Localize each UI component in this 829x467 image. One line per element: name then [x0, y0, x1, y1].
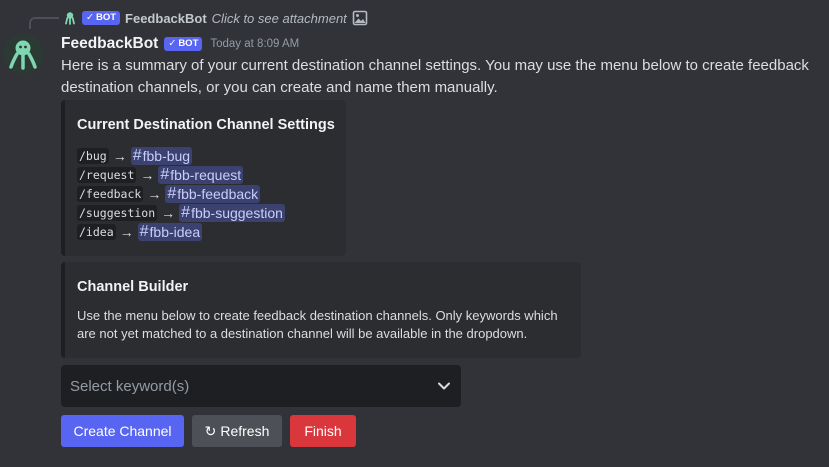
message-header: FeedbackBot ✓ BOT Today at 8:09 AM	[61, 35, 299, 53]
refresh-icon: ↻	[204, 422, 217, 439]
keyword-select[interactable]: Select keyword(s)	[61, 365, 461, 407]
builder-embed: Channel Builder Use the menu below to cr…	[61, 262, 581, 358]
reply-preview[interactable]: ✓ BOT FeedbackBot Click to see attachmen…	[63, 9, 368, 27]
message-username[interactable]: FeedbackBot	[61, 35, 158, 53]
keyword-select-placeholder: Select keyword(s)	[70, 377, 190, 395]
settings-row-request: /request → # fbb-request	[77, 165, 285, 184]
hash-icon: #	[167, 184, 177, 202]
feedbackbot-avatar[interactable]	[3, 34, 43, 74]
command-code: /bug	[77, 147, 109, 164]
reply-username[interactable]: FeedbackBot	[125, 11, 207, 26]
message-bot-tag-label: BOT	[178, 38, 199, 49]
command-code: /request	[77, 166, 137, 183]
channel-name: fbb-feedback	[177, 185, 259, 202]
reply-bot-tag: ✓ BOT	[82, 11, 121, 25]
channel-mention[interactable]: # fbb-feedback	[165, 184, 261, 203]
settings-embed-title: Current Destination Channel Settings	[77, 117, 335, 133]
channel-name: fbb-suggestion	[191, 204, 283, 221]
hash-icon: #	[132, 146, 142, 164]
finish-label: Finish	[304, 423, 342, 439]
image-icon[interactable]	[352, 10, 368, 26]
channel-name: fbb-idea	[149, 223, 201, 240]
arrow-icon: →	[147, 185, 162, 202]
message-bot-tag: ✓ BOT	[164, 37, 203, 51]
refresh-button[interactable]: ↻ Refresh	[192, 415, 282, 447]
arrow-icon: →	[119, 223, 134, 240]
arrow-icon: →	[112, 147, 127, 164]
channel-mention[interactable]: # fbb-request	[158, 165, 244, 184]
channel-mention[interactable]: # fbb-bug	[130, 146, 193, 165]
reply-bot-tag-label: BOT	[95, 12, 117, 23]
settings-row-suggestion: /suggestion → # fbb-suggestion	[77, 203, 285, 222]
settings-row-bug: /bug → # fbb-bug	[77, 146, 285, 165]
create-channel-button[interactable]: Create Channel	[61, 415, 184, 447]
reply-avatar-icon[interactable]	[63, 11, 77, 25]
builder-embed-description: Use the menu below to create feedback de…	[77, 308, 558, 341]
check-icon: ✓	[168, 38, 177, 49]
refresh-label: Refresh	[220, 423, 270, 439]
channel-name: fbb-request	[170, 166, 242, 183]
command-code: /suggestion	[77, 204, 158, 221]
message-timestamp[interactable]: Today at 8:09 AM	[210, 38, 299, 50]
hash-icon: #	[160, 165, 170, 183]
builder-embed-title: Channel Builder	[77, 279, 189, 295]
hash-icon: #	[181, 203, 191, 221]
command-code: /feedback	[77, 185, 144, 202]
command-code: /idea	[77, 223, 116, 240]
reply-connector	[29, 17, 59, 29]
hash-icon: #	[139, 222, 149, 240]
settings-row-feedback: /feedback → # fbb-feedback	[77, 184, 285, 203]
channel-mention[interactable]: # fbb-suggestion	[179, 203, 285, 222]
settings-embed: Current Destination Channel Settings /bu…	[61, 100, 346, 256]
create-channel-label: Create Channel	[73, 423, 172, 439]
arrow-icon: →	[161, 204, 176, 221]
settings-list: /bug → # fbb-bug /request → # fbb-request …	[77, 146, 285, 241]
check-icon: ✓	[86, 12, 94, 23]
channel-mention[interactable]: # fbb-idea	[137, 222, 203, 241]
settings-row-idea: /idea → # fbb-idea	[77, 222, 285, 241]
reply-text[interactable]: Click to see attachment	[212, 11, 347, 26]
message-content: Here is a summary of your current destin…	[61, 57, 809, 96]
arrow-icon: →	[140, 166, 155, 183]
channel-name: fbb-bug	[142, 147, 191, 164]
chevron-down-icon	[437, 379, 451, 393]
finish-button[interactable]: Finish	[290, 415, 356, 447]
